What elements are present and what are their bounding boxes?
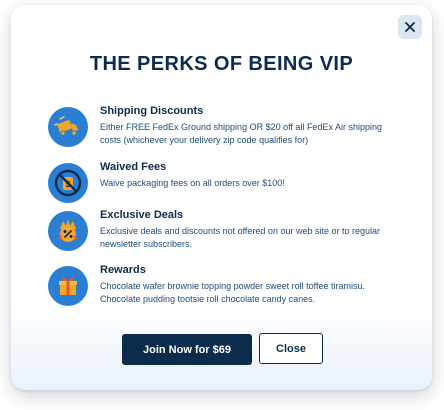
no-fees-icon: $ [48, 163, 88, 203]
perk-item-exclusive-deals: Exclusive Deals Exclusive deals and disc… [48, 209, 388, 251]
shipping-truck-icon [48, 107, 88, 147]
close-icon [405, 22, 415, 32]
vip-perks-modal: THE PERKS OF BEING VIP Shipping Discount… [11, 5, 432, 390]
perk-item-shipping: Shipping Discounts Either FREE FedEx Gro… [48, 105, 388, 147]
perk-description: Chocolate wafer brownie topping powder s… [100, 281, 365, 304]
perk-item-waived-fees: $ Waived Fees Waive packaging fees on al… [48, 161, 388, 203]
perk-title: Waived Fees [100, 161, 167, 173]
perk-title: Exclusive Deals [100, 209, 184, 221]
perk-title: Rewards [100, 264, 146, 276]
close-modal-button[interactable] [398, 15, 422, 39]
close-button[interactable]: Close [259, 333, 323, 364]
perk-description: Exclusive deals and discounts not offere… [100, 226, 380, 249]
perk-description: Waive packaging fees on all orders over … [100, 178, 285, 188]
perk-description: Either FREE FedEx Ground shipping OR $20… [100, 122, 382, 145]
perk-title: Shipping Discounts [100, 105, 204, 117]
modal-title: THE PERKS OF BEING VIP [89, 53, 354, 75]
discount-tag-icon [48, 211, 88, 251]
join-now-button[interactable]: Join Now for $69 [122, 334, 252, 365]
gift-icon [48, 266, 88, 306]
perk-item-rewards: Rewards Chocolate wafer brownie topping … [48, 264, 388, 306]
